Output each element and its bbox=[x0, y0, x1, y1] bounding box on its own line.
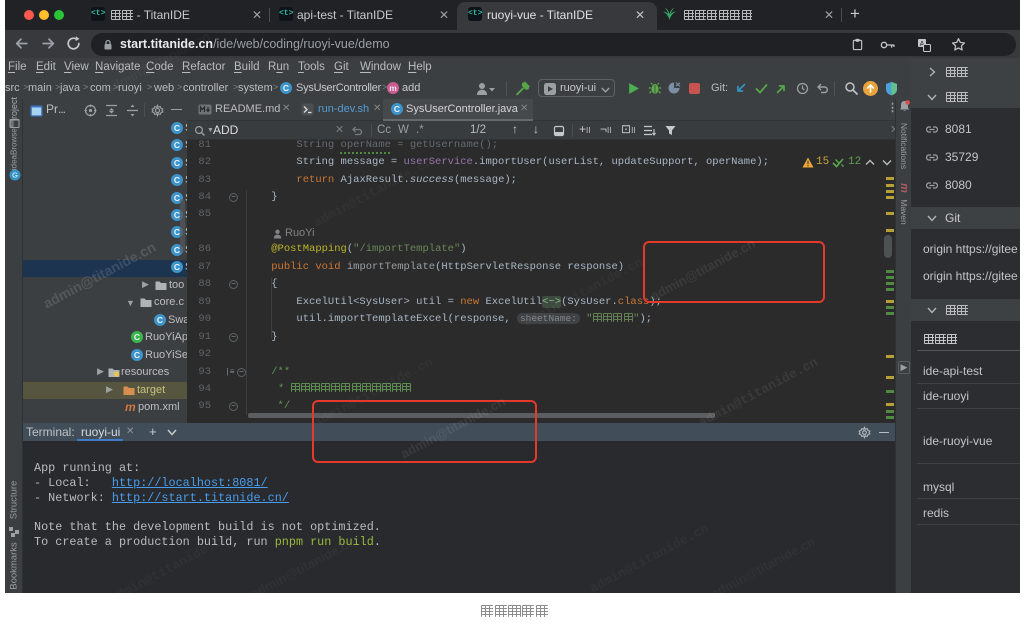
svg-text:G: G bbox=[12, 171, 18, 180]
